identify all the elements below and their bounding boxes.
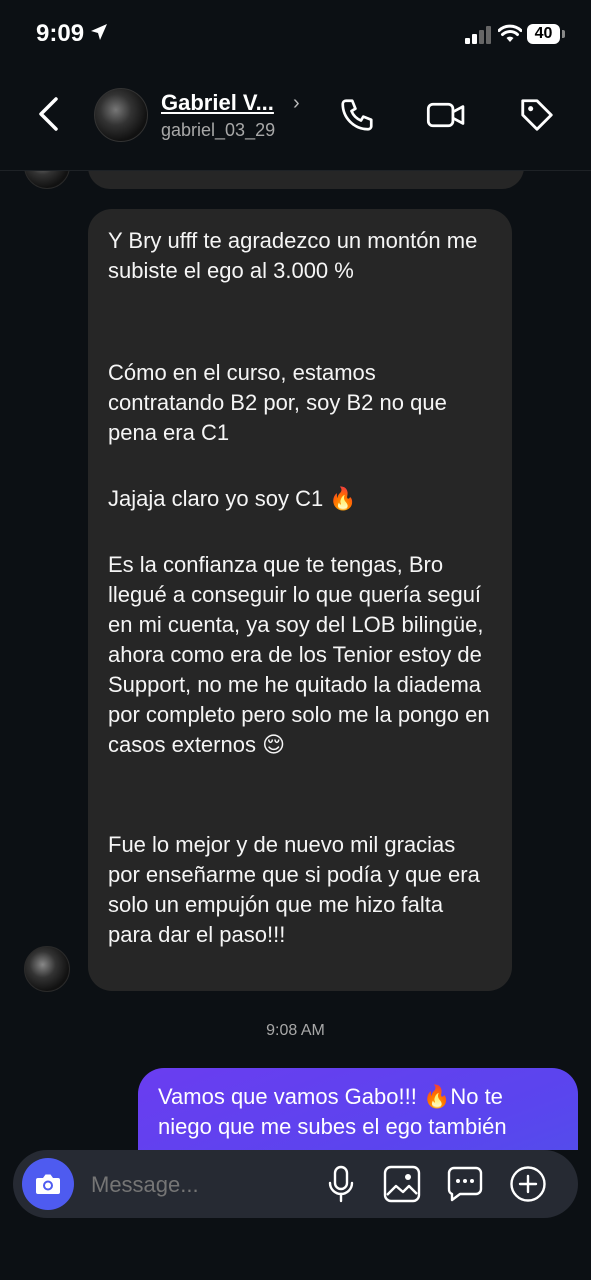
avatar[interactable] bbox=[24, 946, 70, 992]
microphone-icon[interactable] bbox=[325, 1165, 357, 1203]
bottom-safe-area bbox=[0, 1236, 591, 1280]
camera-button[interactable] bbox=[22, 1158, 74, 1210]
incoming-message-bubble[interactable]: Y Bry ufff te agradezco un montón me sub… bbox=[88, 209, 512, 991]
phone-icon[interactable] bbox=[338, 96, 376, 134]
chevron-right-icon[interactable]: › bbox=[293, 92, 300, 115]
status-time: 9:09 bbox=[36, 20, 85, 47]
cellular-signal-icon bbox=[465, 26, 491, 44]
message-paragraph: Cómo en el curso, estamos contratando B2… bbox=[108, 360, 447, 445]
battery-indicator: 40 bbox=[527, 24, 560, 44]
camera-icon bbox=[36, 1174, 60, 1194]
message-paragraph: Fue lo mejor y de nuevo mil gracias por … bbox=[108, 832, 480, 947]
contact-username: gabriel_03_29 bbox=[161, 120, 276, 140]
outgoing-message-bubble[interactable]: Vamos que vamos Gabo!!! 🔥No te niego que… bbox=[138, 1068, 578, 1150]
avatar[interactable] bbox=[24, 171, 70, 189]
message-paragraph: Jajaja claro yo soy C1 🔥 bbox=[108, 486, 357, 511]
message-paragraph: Es la confianza que te tengas, Bro llegu… bbox=[108, 552, 490, 757]
status-bar: 9:09 40 bbox=[0, 0, 591, 70]
chat-bubble-icon[interactable] bbox=[446, 1165, 484, 1203]
message-composer bbox=[13, 1150, 578, 1220]
avatar[interactable] bbox=[94, 88, 148, 142]
message-timestamp: 9:08 AM bbox=[266, 1022, 325, 1039]
chevron-left-icon[interactable] bbox=[36, 96, 62, 132]
previous-message-bubble[interactable] bbox=[88, 171, 524, 189]
image-icon[interactable] bbox=[383, 1165, 421, 1203]
chat-header: Gabriel V... › gabriel_03_29 bbox=[0, 70, 591, 171]
video-icon[interactable] bbox=[426, 96, 466, 134]
tag-icon[interactable] bbox=[518, 96, 556, 134]
wifi-icon bbox=[498, 24, 522, 42]
message-paragraph: Y Bry ufff te agradezco un montón me sub… bbox=[108, 228, 478, 283]
message-thread[interactable]: Y Bry ufff te agradezco un montón me sub… bbox=[0, 171, 591, 1150]
battery-tip bbox=[562, 30, 565, 38]
message-input[interactable] bbox=[89, 1150, 313, 1220]
location-arrow-icon bbox=[91, 24, 107, 40]
plus-circle-icon[interactable] bbox=[509, 1165, 547, 1203]
contact-name[interactable]: Gabriel V... bbox=[161, 90, 274, 116]
message-text: Vamos que vamos Gabo!!! 🔥No te niego que… bbox=[158, 1084, 507, 1139]
